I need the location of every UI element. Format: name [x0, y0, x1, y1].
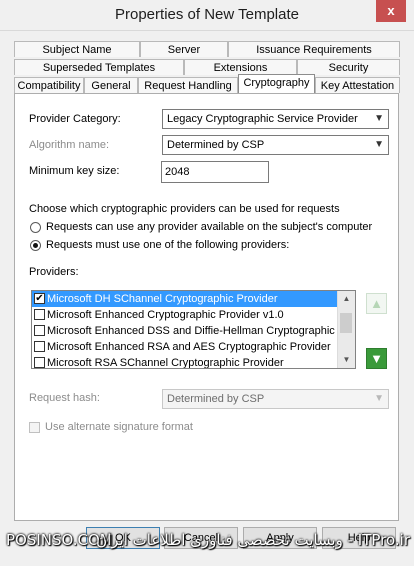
move-down-arrow-icon[interactable]: ▼: [366, 348, 387, 369]
list-item[interactable]: Microsoft Enhanced DSS and Diffie-Hellma…: [32, 323, 337, 339]
list-item[interactable]: Microsoft Enhanced RSA and AES Cryptogra…: [32, 339, 337, 355]
scroll-up-icon[interactable]: ▲: [338, 291, 355, 307]
tab-superseded-templates[interactable]: Superseded Templates: [14, 59, 184, 75]
providers-scrollbar[interactable]: ▲ ▼: [337, 291, 355, 368]
checkbox[interactable]: [34, 341, 45, 352]
request-hash-dropdown[interactable]: Determined by CSP ▼: [162, 389, 389, 409]
cryptography-panel: Provider Category: Legacy Cryptographic …: [14, 93, 399, 521]
window-title: Properties of New Template: [115, 6, 299, 23]
radio-following-providers[interactable]: [30, 240, 41, 251]
tab-extensions[interactable]: Extensions: [184, 59, 297, 75]
tab-key-attestation[interactable]: Key Attestation: [315, 77, 400, 93]
tab-row-2: Superseded Templates Extensions Security: [14, 59, 400, 76]
algorithm-name-label: Algorithm name:: [29, 139, 110, 151]
scroll-down-icon[interactable]: ▼: [338, 352, 355, 368]
checkbox[interactable]: [34, 325, 45, 336]
cancel-button[interactable]: Cancel: [164, 527, 238, 549]
radio-any-provider-label[interactable]: Requests can use any provider available …: [46, 221, 372, 233]
list-item[interactable]: Microsoft RSA SChannel Cryptographic Pro…: [32, 355, 337, 369]
chevron-down-icon: ▼: [374, 139, 384, 150]
radio-any-provider[interactable]: [30, 222, 41, 233]
chevron-down-icon: ▼: [374, 393, 384, 404]
providers-label: Providers:: [29, 266, 79, 278]
providers-list[interactable]: ✔ Microsoft DH SChannel Cryptographic Pr…: [31, 290, 356, 369]
checkbox-checked[interactable]: ✔: [34, 293, 45, 304]
move-up-arrow-icon[interactable]: ▲: [366, 293, 387, 314]
tab-server[interactable]: Server: [140, 41, 228, 57]
tab-row-1: Subject Name Server Issuance Requirement…: [14, 41, 400, 58]
minimum-key-size-label: Minimum key size:: [29, 165, 120, 177]
scroll-thumb[interactable]: [340, 313, 352, 333]
radio-following-providers-label[interactable]: Requests must use one of the following p…: [46, 239, 289, 251]
help-button[interactable]: Help: [322, 527, 396, 549]
list-item-label: Microsoft Enhanced RSA and AES Cryptogra…: [47, 341, 331, 353]
list-item[interactable]: Microsoft Enhanced Cryptographic Provide…: [32, 307, 337, 323]
tab-issuance-requirements[interactable]: Issuance Requirements: [228, 41, 400, 57]
title-bar: Properties of New Template x: [0, 0, 414, 31]
tab-subject-name[interactable]: Subject Name: [14, 41, 140, 57]
apply-button[interactable]: Apply: [243, 527, 317, 549]
choose-providers-text: Choose which cryptographic providers can…: [29, 203, 340, 215]
ok-button[interactable]: OK: [86, 527, 160, 549]
list-item-label: Microsoft DH SChannel Cryptographic Prov…: [47, 293, 278, 305]
checkbox[interactable]: [34, 309, 45, 320]
provider-category-label: Provider Category:: [29, 113, 121, 125]
checkbox[interactable]: [34, 357, 45, 368]
provider-category-value: Legacy Cryptographic Service Provider: [167, 113, 358, 125]
tab-row-3: Compatibility General Request Handling C…: [14, 74, 400, 94]
algorithm-name-value: Determined by CSP: [167, 139, 265, 151]
provider-category-dropdown[interactable]: Legacy Cryptographic Service Provider ▼: [162, 109, 389, 129]
list-item-label: Microsoft Enhanced Cryptographic Provide…: [47, 309, 284, 321]
close-button[interactable]: x: [376, 0, 406, 22]
list-item-label: Microsoft RSA SChannel Cryptographic Pro…: [47, 357, 284, 369]
alternate-signature-checkbox[interactable]: [29, 422, 40, 433]
chevron-down-icon: ▼: [374, 113, 384, 124]
algorithm-name-dropdown[interactable]: Determined by CSP ▼: [162, 135, 389, 155]
request-hash-value: Determined by CSP: [167, 393, 265, 405]
minimum-key-size-input[interactable]: 2048: [161, 161, 269, 183]
tab-request-handling[interactable]: Request Handling: [138, 77, 238, 93]
tab-security[interactable]: Security: [297, 59, 400, 75]
list-item[interactable]: ✔ Microsoft DH SChannel Cryptographic Pr…: [32, 291, 337, 307]
tab-general[interactable]: General: [84, 77, 138, 93]
list-item-label: Microsoft Enhanced DSS and Diffie-Hellma…: [47, 325, 337, 337]
alternate-signature-label[interactable]: Use alternate signature format: [45, 421, 193, 433]
tab-cryptography[interactable]: Cryptography: [238, 74, 315, 93]
tab-compatibility[interactable]: Compatibility: [14, 77, 84, 93]
request-hash-label: Request hash:: [29, 392, 100, 404]
